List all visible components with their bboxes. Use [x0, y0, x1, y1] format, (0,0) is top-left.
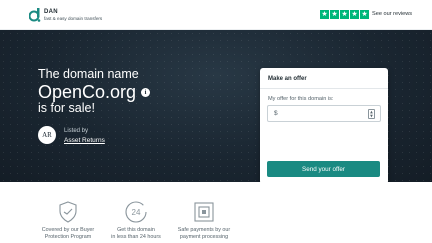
star-icon: ★	[320, 10, 329, 19]
brand-name[interactable]: DAN	[44, 9, 58, 15]
info-icon[interactable]: i	[141, 88, 151, 97]
offer-amount-input[interactable]	[282, 108, 368, 120]
star-icon: ★	[360, 10, 369, 19]
svg-text:24: 24	[132, 208, 141, 217]
currency-symbol: $	[274, 110, 278, 117]
hero-section: The domain name OpenCo.org i is for sale…	[0, 30, 432, 182]
see-reviews-link[interactable]: See our reviews	[372, 11, 412, 17]
domain-row: OpenCo.org i	[38, 82, 151, 103]
offer-field-label: My offer for this domain is:	[268, 96, 334, 102]
star-icon: ★	[330, 10, 339, 19]
headline-intro: The domain name	[38, 67, 139, 81]
brand-tagline: fast & easy domain transfers	[44, 16, 103, 21]
offer-divider	[260, 88, 388, 89]
feature-line: payment processing	[179, 234, 229, 240]
domain-name: OpenCo.org	[38, 82, 137, 102]
trustpilot-rating[interactable]: ★ ★ ★ ★ ★	[320, 10, 369, 19]
listed-by-label: Listed by	[64, 128, 89, 134]
24-hours-clock-icon: 24	[125, 201, 147, 223]
star-icon: ★	[340, 10, 349, 19]
star-icon: ★	[350, 10, 359, 19]
feature-safe-payments: Safe payments by our payment processing	[164, 200, 244, 241]
feature-line: Safe payments by our	[177, 227, 231, 233]
amount-stepper-icon[interactable]: ▲ ▼	[368, 109, 375, 119]
seller-link[interactable]: Asset Returns	[64, 137, 105, 144]
dan-logo-icon[interactable]	[29, 8, 41, 22]
secure-payment-icon	[194, 202, 214, 222]
site-header: DAN fast & easy domain transfers ★ ★ ★ ★…	[0, 0, 432, 30]
offer-title: Make an offer	[268, 76, 307, 82]
headline-for-sale: is for sale!	[38, 101, 95, 115]
offer-field: $ ▲ ▼	[267, 105, 381, 122]
seller-avatar[interactable]: AR	[38, 126, 56, 144]
send-offer-button[interactable]: Send your offer	[267, 161, 380, 177]
feature-text: Safe payments by our payment processing	[164, 227, 244, 241]
shield-handshake-icon	[59, 201, 77, 223]
offer-card: Make an offer My offer for this domain i…	[260, 68, 388, 182]
